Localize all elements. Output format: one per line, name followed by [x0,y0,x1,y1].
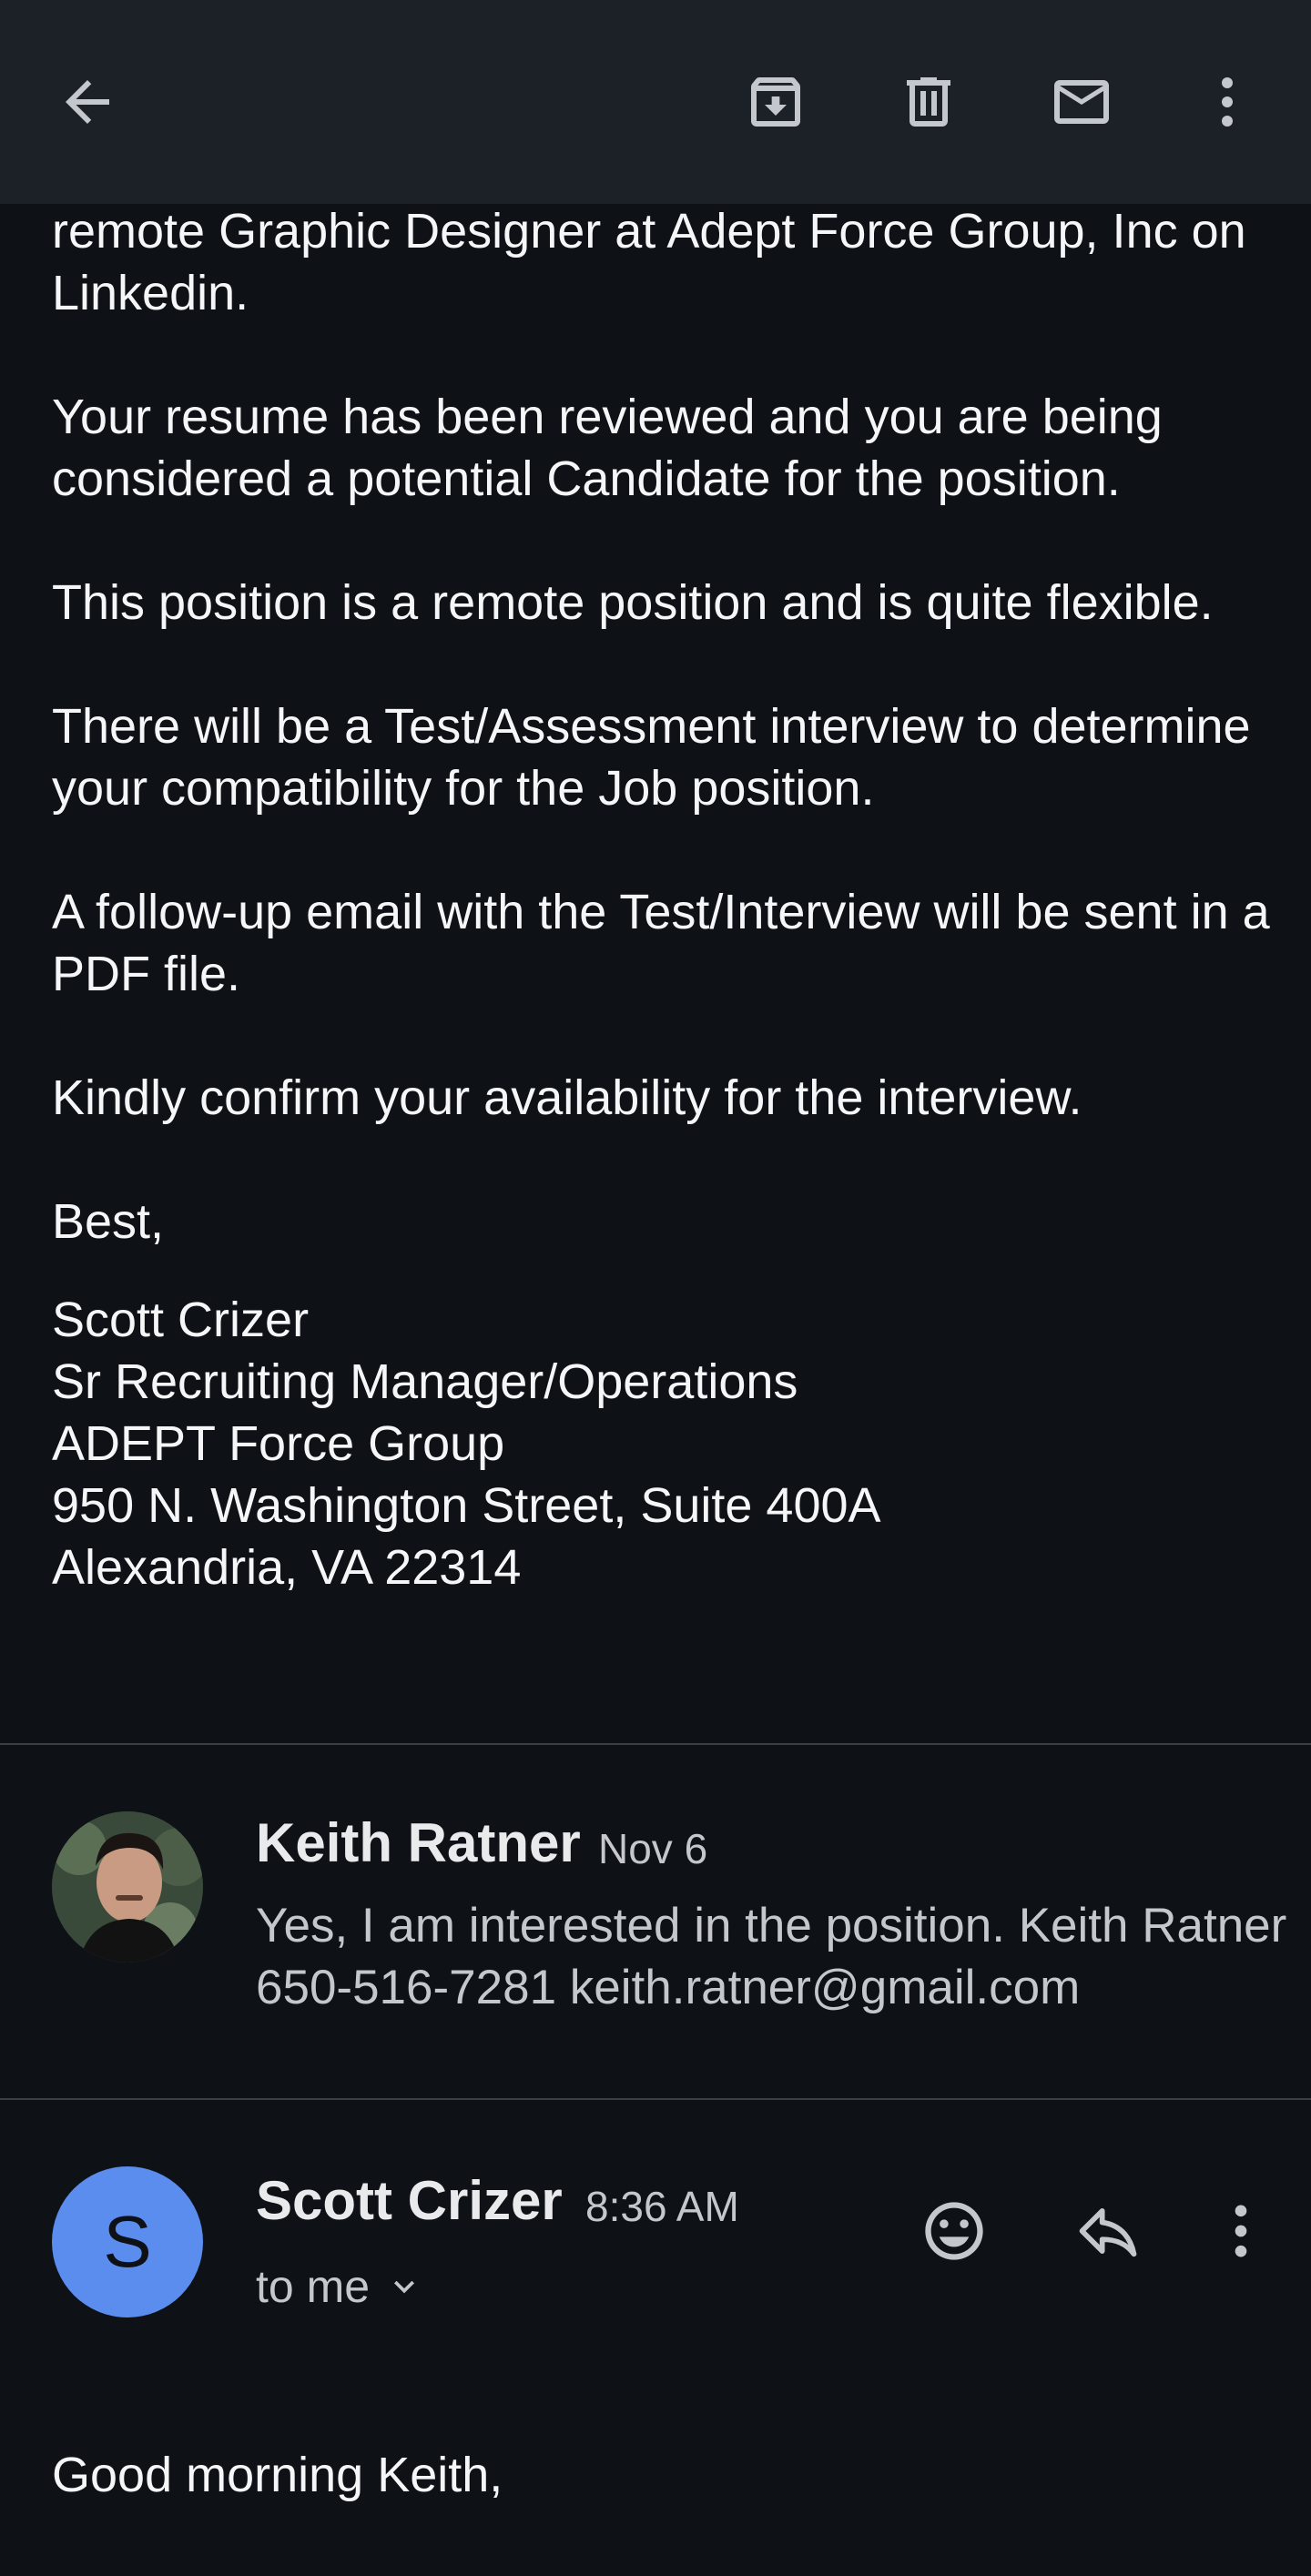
signature-block: Scott Crizer Sr Recruiting Manager/Opera… [52,1289,1272,1598]
signature-line: Scott Crizer [52,1293,310,1347]
more-vert-icon [1222,77,1233,127]
reply-button[interactable] [1058,2181,1158,2281]
signature-line: Alexandria, VA 22314 [52,1540,522,1595]
email-thread-screen: remote Graphic Designer at Adept Force G… [0,0,1311,2576]
message-date: Nov 6 [598,1825,708,1872]
trash-icon [907,77,950,127]
body-paragraph: A follow-up email with the Test/Intervie… [52,885,1270,1001]
archive-icon [751,77,800,127]
react-button[interactable] [904,2181,1004,2281]
chevron-down-icon [394,2280,415,2294]
avatar [52,1811,203,1962]
body-paragraph: Your resume has been reviewed and you ar… [52,390,1163,506]
sender-name: Keith Ratner [256,1812,581,1873]
mark-unread-button[interactable] [1036,56,1127,147]
message-more-button[interactable] [1191,2181,1291,2281]
message-divider [0,2098,1311,2100]
reply-icon [1079,2207,1137,2257]
back-button[interactable] [42,56,133,147]
sender-name: Scott Crizer [256,2170,563,2231]
mail-icon [1054,80,1109,124]
recipient-details-toggle[interactable]: to me [256,2260,424,2313]
body-paragraph: remote Graphic Designer at Adept Force G… [52,204,1246,320]
signature-line: 950 N. Washington Street, Suite 400A [52,1478,881,1533]
arrow-back-icon [66,80,109,124]
message-time: 8:36 AM [585,2183,739,2230]
message-greeting: Good morning Keith, [52,2448,503,2502]
message-divider [0,1743,1311,1745]
avatar[interactable]: S [52,2166,203,2317]
more-vert-icon [1235,2205,1247,2257]
emoji-icon [925,2202,983,2260]
recipient-label: to me [256,2261,371,2312]
signature-line: ADEPT Force Group [52,1416,505,1471]
delete-button[interactable] [883,56,974,147]
body-paragraph: There will be a Test/Assessment intervie… [52,699,1251,816]
body-paragraph: This position is a remote position and i… [52,575,1214,630]
sign-off: Best, [52,1194,165,1249]
archive-button[interactable] [730,56,821,147]
message-body: remote Graphic Designer at Adept Force G… [52,200,1272,1598]
signature-line: Sr Recruiting Manager/Operations [52,1354,798,1409]
body-paragraph: Kindly confirm your availability for the… [52,1070,1082,1125]
top-app-bar [0,0,1311,204]
more-options-button[interactable] [1182,56,1273,147]
message-snippet: Yes, I am interested in the position. Ke… [256,1899,1287,2014]
profile-photo-icon [52,1811,203,1962]
